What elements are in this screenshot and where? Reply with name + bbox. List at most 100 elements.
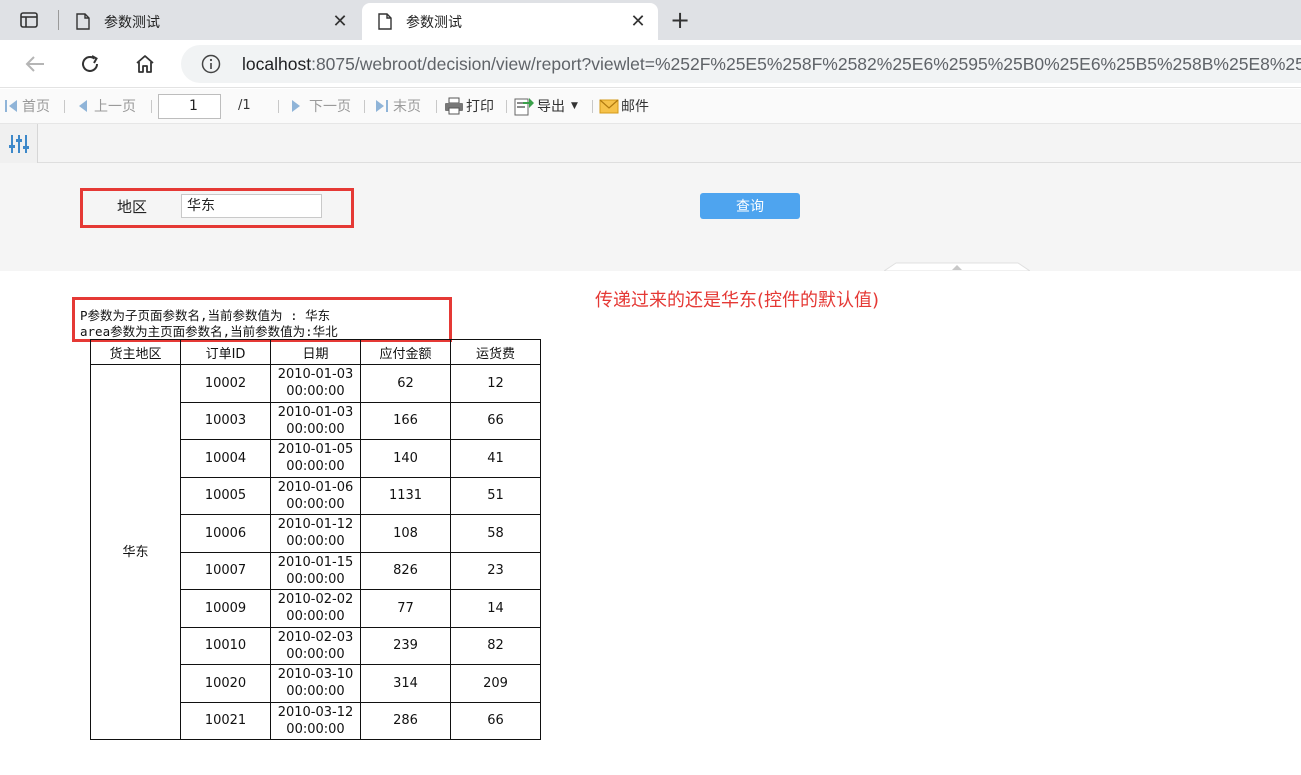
freight-cell: 23 [450, 551, 541, 590]
date-value: 2010-03-10 [277, 667, 354, 683]
report-table: 货主地区 订单ID 日期 应付金额 运货费 华东 10002 2010-01-03 0… [90, 339, 541, 740]
amount-cell: 77 [360, 589, 451, 628]
page-number-input[interactable]: 1 [158, 94, 221, 119]
column-header: 订单ID [180, 339, 271, 365]
region-cell: 华东 [90, 364, 181, 740]
amount-cell: 140 [360, 439, 451, 478]
freight-cell: 66 [450, 701, 541, 740]
date-value: 2010-01-12 [277, 517, 354, 533]
freight-cell: 12 [450, 364, 541, 403]
time-value: 00:00:00 [286, 571, 345, 587]
browser-tab-2[interactable]: 参数测试 ✕ [362, 3, 658, 40]
close-tab-icon[interactable]: ✕ [624, 8, 652, 36]
reload-icon[interactable] [75, 50, 105, 78]
highlight-box-param [80, 188, 354, 228]
time-value: 00:00:00 [286, 609, 345, 625]
home-icon[interactable] [130, 50, 160, 78]
date-value: 2010-01-03 [277, 367, 354, 383]
date-value: 2010-01-06 [277, 479, 354, 495]
date-value: 2010-01-05 [277, 442, 354, 458]
date-cell: 2010-01-03 00:00:00 [270, 401, 361, 440]
date-value: 2010-01-15 [277, 554, 354, 570]
date-cell: 2010-01-15 00:00:00 [270, 551, 361, 590]
amount-cell: 108 [360, 514, 451, 553]
print-button[interactable]: 打印 [444, 96, 494, 116]
freight-cell: 14 [450, 589, 541, 628]
new-tab-button[interactable]: + [666, 6, 694, 34]
annotation-text: 传递过来的还是华东(控件的默认值) [595, 290, 880, 311]
order-id-cell: 10009 [180, 589, 271, 628]
order-id-cell: 10006 [180, 514, 271, 553]
date-cell: 2010-03-10 00:00:00 [270, 664, 361, 703]
time-value: 00:00:00 [286, 684, 345, 700]
amount-cell: 62 [360, 364, 451, 403]
date-value: 2010-03-12 [277, 704, 354, 720]
prev-page-button[interactable]: 上一页 [76, 96, 136, 116]
last-page-button[interactable]: 末页 [374, 96, 421, 116]
order-id-cell: 10002 [180, 364, 271, 403]
first-page-icon [5, 100, 17, 112]
column-header: 运货费 [450, 339, 541, 365]
amount-cell: 1131 [360, 476, 451, 515]
highlight-box-info [72, 297, 452, 342]
time-value: 00:00:00 [286, 421, 345, 437]
url-text[interactable]: localhost:8075/webroot/decision/view/rep… [242, 54, 1301, 75]
order-id-cell: 10005 [180, 476, 271, 515]
time-value: 00:00:00 [286, 459, 345, 475]
mail-icon [599, 99, 619, 114]
query-button[interactable]: 查询 [700, 193, 800, 219]
collapse-panel-handle[interactable] [884, 262, 1030, 271]
order-id-cell: 10004 [180, 439, 271, 478]
tab-divider [58, 10, 59, 30]
order-id-cell: 10003 [180, 401, 271, 440]
sliders-icon [8, 134, 29, 153]
freight-cell: 66 [450, 401, 541, 440]
table-header-row: 货主地区 订单ID 日期 应付金额 运货费 [90, 339, 541, 365]
address-bar[interactable]: localhost:8075/webroot/decision/view/rep… [181, 45, 1301, 83]
time-value: 00:00:00 [286, 496, 345, 512]
order-id-cell: 10010 [180, 626, 271, 665]
back-icon[interactable] [20, 50, 50, 78]
time-value: 00:00:00 [286, 384, 345, 400]
mail-button[interactable]: 邮件 [599, 96, 649, 116]
page-icon [378, 13, 392, 30]
info-icon[interactable] [201, 54, 221, 74]
first-page-button[interactable]: 首页 [4, 96, 50, 116]
column-header: 应付金额 [360, 339, 451, 365]
close-tab-icon[interactable]: ✕ [326, 8, 354, 36]
date-cell: 2010-03-12 00:00:00 [270, 701, 361, 740]
date-value: 2010-02-03 [277, 629, 354, 645]
tab-actions-icon[interactable] [14, 9, 44, 31]
parameter-toggle-button[interactable] [0, 124, 38, 163]
printer-icon [445, 97, 463, 115]
browser-navbar: localhost:8075/webroot/decision/view/rep… [0, 40, 1301, 88]
date-cell: 2010-01-12 00:00:00 [270, 514, 361, 553]
date-value: 2010-02-02 [277, 592, 354, 608]
tab-title: 参数测试 [406, 14, 462, 31]
tab-title: 参数测试 [104, 14, 160, 31]
next-page-button[interactable]: 下一页 [289, 96, 351, 116]
table-row: 华东 10002 2010-01-03 00:00:00 62 12 [90, 364, 541, 740]
date-value: 2010-01-03 [277, 404, 354, 420]
export-icon [514, 98, 534, 116]
amount-cell: 286 [360, 701, 451, 740]
time-value: 00:00:00 [286, 646, 345, 662]
freight-cell: 51 [450, 476, 541, 515]
prev-page-icon [79, 100, 87, 112]
date-cell: 2010-01-06 00:00:00 [270, 476, 361, 515]
export-button[interactable]: 导出 ▼ [514, 96, 578, 116]
browser-tab-1[interactable]: 参数测试 ✕ [60, 3, 360, 40]
chevron-down-icon: ▼ [571, 101, 578, 111]
date-cell: 2010-01-03 00:00:00 [270, 364, 361, 403]
parameter-panel-header [0, 124, 1301, 163]
browser-tab-strip: 参数测试 ✕ 参数测试 ✕ + [0, 0, 1301, 40]
freight-cell: 41 [450, 439, 541, 478]
order-id-cell: 10021 [180, 701, 271, 740]
date-cell: 2010-01-05 00:00:00 [270, 439, 361, 478]
amount-cell: 166 [360, 401, 451, 440]
column-header: 货主地区 [90, 339, 181, 365]
date-cell: 2010-02-02 00:00:00 [270, 589, 361, 628]
column-header: 日期 [270, 339, 361, 365]
time-value: 00:00:00 [286, 721, 345, 737]
freight-cell: 58 [450, 514, 541, 553]
